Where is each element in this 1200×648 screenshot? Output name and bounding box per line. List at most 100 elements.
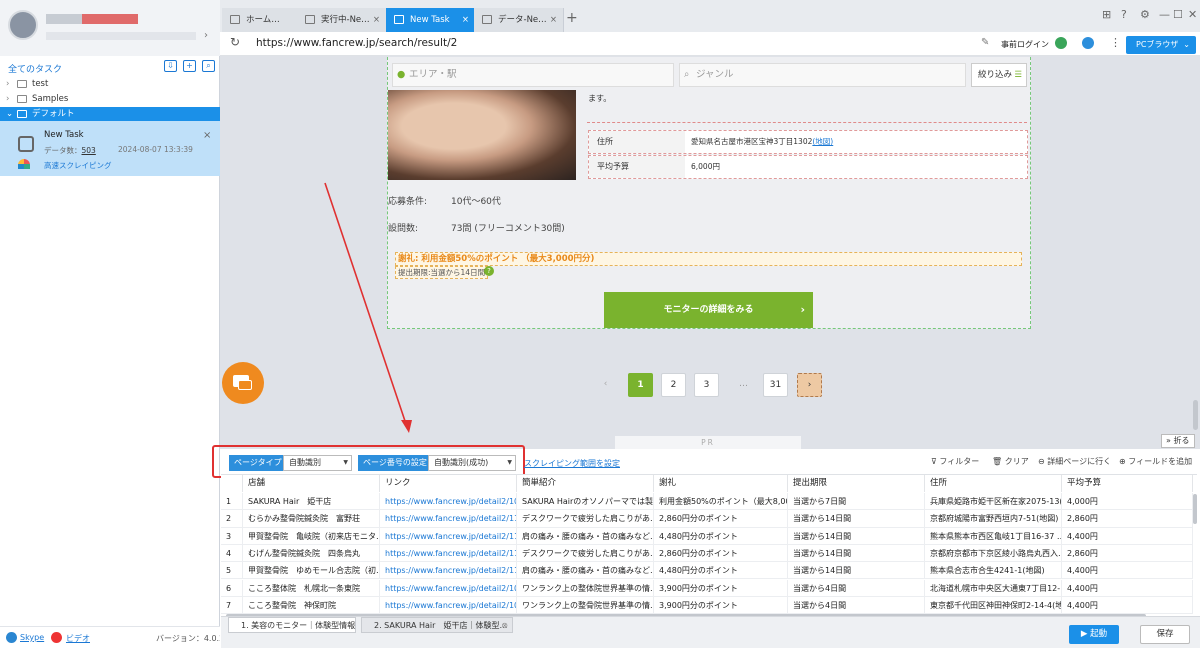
skype-link[interactable]: Skype: [20, 633, 44, 642]
column-header[interactable]: 提出期限: [788, 475, 925, 492]
table-cell[interactable]: SAKURA Hairのオソノパーマでは製…: [517, 493, 654, 510]
table-cell[interactable]: 京都府城陽市富野西垣内7-51(地図): [925, 510, 1062, 528]
settings-icon[interactable]: ⚙: [1140, 8, 1150, 21]
avatar[interactable]: [8, 10, 38, 40]
chevron-right-icon[interactable]: ›: [204, 30, 208, 41]
window-close-icon[interactable]: ✕: [1188, 8, 1197, 21]
new-task-icon[interactable]: +: [183, 60, 196, 72]
data-count-link[interactable]: 503: [82, 146, 96, 155]
table-cell[interactable]: 当選から14日間: [788, 544, 925, 562]
table-cell[interactable]: 当選から4日間: [788, 579, 925, 597]
help-icon[interactable]: ?: [1121, 8, 1127, 21]
table-row[interactable]: 3 甲賀整骨院 亀岐院（初来店モニタ… https://www.fancrew.jp…: [221, 527, 1193, 545]
table-cell[interactable]: 4,000円: [1062, 493, 1193, 510]
browser-mode-dropdown[interactable]: PCブラウザ ⌄: [1126, 36, 1196, 54]
table-row[interactable]: 6 こころ整体院 札幌北一条東院 https://www.fancrew.jp/de…: [221, 579, 1193, 597]
narrow-filter-button[interactable]: 絞り込み ☰: [971, 63, 1027, 87]
help-icon[interactable]: ?: [484, 266, 494, 276]
table-cell[interactable]: https://www.fancrew.jp/detail2/10675…: [380, 579, 517, 597]
genre-search-input[interactable]: ⌕ ジャンル: [679, 63, 966, 87]
gift-icon[interactable]: ⊞: [1102, 8, 1111, 21]
table-cell[interactable]: https://www.fancrew.jp/detail2/11550…: [380, 510, 517, 528]
table-cell[interactable]: 3,900円分のポイント: [654, 579, 788, 597]
new-tab-icon[interactable]: +: [566, 10, 578, 26]
table-cell[interactable]: SAKURA Hair 姫干店: [243, 493, 380, 510]
chat-icon[interactable]: [222, 362, 264, 404]
table-cell[interactable]: https://www.fancrew.jp/detail2/10036…: [380, 596, 517, 614]
table-cell[interactable]: 3,900円分のポイント: [654, 596, 788, 614]
table-cell[interactable]: 北海道札幌市中央区大通東7丁目12-…: [925, 579, 1062, 597]
map-link[interactable]: (地図): [812, 137, 833, 146]
tree-item-samples[interactable]: › Samples: [0, 92, 220, 107]
reload-icon[interactable]: ↻: [230, 35, 240, 49]
table-cell[interactable]: 4,400円: [1062, 579, 1193, 597]
column-header[interactable]: 簡単紹介: [517, 475, 654, 492]
table-cell[interactable]: 熊本県熊本市西区亀岐1丁目16-37 …: [925, 527, 1062, 545]
accessibility-icon[interactable]: [1082, 37, 1094, 49]
tree-item-test[interactable]: › test: [0, 77, 220, 92]
tab-new-task[interactable]: New Task ×: [386, 8, 476, 32]
close-icon[interactable]: ×: [203, 130, 211, 141]
table-cell[interactable]: 4,400円: [1062, 596, 1193, 614]
page-prev-button[interactable]: ‹: [593, 373, 618, 397]
pre-login-button[interactable]: 事前ログイン: [1001, 39, 1049, 50]
task-name[interactable]: New Task: [44, 130, 84, 140]
goto-detail-button[interactable]: ⊖ 詳細ページに行く: [1038, 456, 1111, 467]
table-cell[interactable]: 当選から7日間: [788, 493, 925, 510]
table-cell[interactable]: 当選から4日間: [788, 596, 925, 614]
table-cell[interactable]: https://www.fancrew.jp/detail2/11551…: [380, 544, 517, 562]
page-1-button[interactable]: 1: [628, 373, 653, 397]
table-cell[interactable]: 熊本県合志市合生4241-1(地図): [925, 562, 1062, 580]
table-cell[interactable]: 2,860円: [1062, 544, 1193, 562]
column-header[interactable]: リンク: [380, 475, 517, 492]
table-cell[interactable]: https://www.fancrew.jp/detail2/11625…: [380, 527, 517, 545]
status-icon[interactable]: [1055, 37, 1067, 49]
table-cell[interactable]: 2,860円分のポイント: [654, 544, 788, 562]
minimize-icon[interactable]: —: [1159, 8, 1170, 21]
table-cell[interactable]: 2,860円分のポイント: [654, 510, 788, 528]
close-icon[interactable]: ×: [373, 8, 380, 32]
table-cell[interactable]: むらかみ整骨院鍼灸院 富野荘: [243, 510, 380, 528]
maximize-icon[interactable]: ☐: [1173, 8, 1183, 21]
collapse-button[interactable]: » 折る: [1161, 434, 1195, 448]
table-cell[interactable]: 京都府京都市下京区綾小路烏丸西入…: [925, 544, 1062, 562]
all-tasks-label[interactable]: 全てのタスク: [8, 62, 62, 75]
table-cell[interactable]: https://www.fancrew.jp/detail2/10894…: [380, 493, 517, 510]
table-row[interactable]: 7 こころ整骨院 神保町院 https://www.fancrew.jp/detai…: [221, 596, 1193, 615]
scrape-scope-link[interactable]: スクレイピング範囲を設定: [524, 458, 620, 469]
table-cell[interactable]: こころ整体院 札幌北一条東院: [243, 579, 380, 597]
table-cell[interactable]: 当選から14日間: [788, 510, 925, 528]
page-2-button[interactable]: 2: [661, 373, 686, 397]
search-task-icon[interactable]: ⌕: [202, 60, 215, 72]
page-next-button[interactable]: ›: [797, 373, 822, 397]
fast-scrape-link[interactable]: 高速スクレイピング: [44, 160, 112, 171]
tab-data[interactable]: データ-Ne… ×: [474, 8, 564, 32]
page-3-button[interactable]: 3: [694, 373, 719, 397]
table-row[interactable]: 1 SAKURA Hair 姫干店 https://www.fancrew.jp/d…: [221, 493, 1193, 511]
start-button[interactable]: ▶ 起動: [1069, 625, 1119, 644]
close-icon[interactable]: ⊗: [501, 618, 508, 632]
add-field-button[interactable]: ⊕ フィールドを追加: [1119, 456, 1192, 467]
table-cell[interactable]: 甲賀整骨院 ゆめモール合志院（初…: [243, 562, 380, 580]
table-cell[interactable]: こころ整骨院 神保町院: [243, 596, 380, 614]
web-scrollbar[interactable]: [1193, 400, 1198, 430]
tree-item-default[interactable]: ⌄ デフォルト: [0, 107, 220, 122]
table-row[interactable]: 4 むげん整骨院鍼灸院 四条烏丸 https://www.fancrew.jp/de…: [221, 544, 1193, 563]
table-vertical-scrollbar[interactable]: [1193, 494, 1197, 524]
video-icon[interactable]: [51, 632, 62, 643]
area-search-input[interactable]: ● エリア・駅: [392, 63, 674, 87]
monitor-details-button[interactable]: モニターの詳細をみる ›: [604, 292, 813, 328]
more-icon[interactable]: ⋮: [1110, 36, 1121, 49]
table-row[interactable]: 5 甲賀整骨院 ゆめモール合志院（初… https://www.fancrew.jp…: [221, 562, 1193, 580]
table-cell[interactable]: 甲賀整骨院 亀岐院（初来店モニタ…: [243, 527, 380, 545]
table-cell[interactable]: 4,400円: [1062, 562, 1193, 580]
close-icon[interactable]: ×: [550, 8, 557, 32]
table-cell[interactable]: https://www.fancrew.jp/detail2/11624…: [380, 562, 517, 580]
skype-icon[interactable]: [6, 632, 17, 643]
table-cell[interactable]: 兵庫県姫路市姫干区新在家2075-13(…: [925, 493, 1062, 510]
table-cell[interactable]: 4,480円分のポイント: [654, 562, 788, 580]
bottom-tab-2[interactable]: 2. SAKURA Hair 姫干店｜体験型… ⊗: [361, 617, 513, 633]
close-icon[interactable]: ×: [462, 8, 469, 32]
import-icon[interactable]: ⇩: [164, 60, 177, 72]
table-cell[interactable]: デスクワークで疲労した肩こりがあ…: [517, 510, 654, 528]
